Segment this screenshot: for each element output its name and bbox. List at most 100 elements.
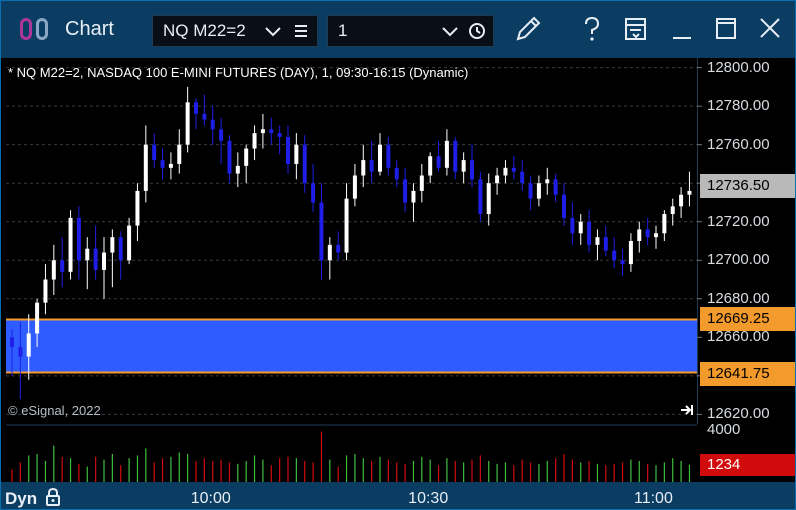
candle-body <box>378 144 382 172</box>
candle <box>545 167 550 195</box>
candle-body <box>453 140 458 172</box>
candle <box>235 152 240 188</box>
last-price-tag: 12736.50 <box>700 174 795 198</box>
close-icon[interactable] <box>753 13 787 45</box>
candle-body <box>219 129 224 141</box>
esignal-watermark: © eSignal, 2022 <box>8 403 101 418</box>
candle <box>595 229 600 261</box>
dynamic-mode-label[interactable]: Dyn <box>5 487 62 509</box>
candle <box>495 167 500 195</box>
candle-body <box>612 250 617 261</box>
time-axis-label: 10:30 <box>408 490 449 507</box>
price-axis-label: 12800.00 <box>707 58 770 76</box>
candle-body <box>202 113 207 120</box>
candle-body <box>662 214 667 234</box>
volume-pane[interactable] <box>6 424 697 482</box>
candle-body <box>336 244 341 253</box>
symbol-value[interactable]: NQ M22=2 <box>163 21 246 41</box>
candle-body <box>269 129 274 134</box>
candle-body <box>444 140 449 168</box>
chart-description: * NQ M22=2, NASDAQ 100 E-MINI FUTURES (D… <box>8 65 469 80</box>
interval-dropdown-icon[interactable] <box>438 16 462 46</box>
candle-body <box>93 248 98 270</box>
minimize-icon[interactable] <box>665 13 699 45</box>
volume-axis-label: 4000 <box>707 421 741 438</box>
candle-body <box>645 229 650 238</box>
candle <box>311 163 316 213</box>
volume-chart[interactable] <box>6 424 697 482</box>
candle <box>486 173 491 226</box>
candle-body <box>461 160 466 172</box>
candle-body <box>654 233 658 238</box>
candle <box>93 225 98 280</box>
candle <box>679 187 684 218</box>
candle-body <box>102 252 106 270</box>
pencil-icon[interactable] <box>511 13 545 45</box>
price-pane[interactable] <box>6 58 697 424</box>
candle <box>553 173 558 203</box>
candle <box>194 98 198 130</box>
candle-body <box>210 119 215 130</box>
help-icon[interactable] <box>575 13 609 45</box>
candle-body <box>260 129 265 134</box>
candle-body <box>43 279 48 303</box>
candle-body <box>344 198 349 253</box>
price-axis-label: 12780.00 <box>707 97 770 115</box>
dyn-text[interactable]: Dyn <box>5 489 37 508</box>
clock-icon[interactable] <box>465 16 489 46</box>
candle <box>210 106 215 145</box>
candle <box>244 144 249 184</box>
time-axis-bar[interactable] <box>1 482 795 509</box>
candle <box>68 210 73 280</box>
candle <box>654 225 658 249</box>
candle-body <box>294 144 299 164</box>
candle <box>612 237 617 268</box>
candle <box>202 94 207 126</box>
candle <box>570 202 575 245</box>
candle <box>378 133 382 176</box>
layout-icon[interactable] <box>619 13 653 45</box>
candle-body <box>194 102 198 114</box>
volume-last-tag: 1234 <box>700 454 795 476</box>
price-chart[interactable] <box>6 58 697 424</box>
lock-icon[interactable] <box>44 487 62 507</box>
candle-body <box>361 160 366 176</box>
interval-selector[interactable]: 1 <box>327 15 494 47</box>
list-icon[interactable] <box>289 16 313 46</box>
candle <box>344 183 349 261</box>
symbol-selector[interactable]: NQ M22=2 <box>152 15 318 47</box>
price-band <box>6 319 697 373</box>
candle-body <box>536 183 541 199</box>
candle-body <box>51 260 56 280</box>
time-axis-label: 10:00 <box>190 490 231 507</box>
candle <box>453 136 458 180</box>
chart-window-icon <box>20 18 48 40</box>
candle-body <box>302 144 307 184</box>
candle-body <box>85 248 90 261</box>
maximize-icon[interactable] <box>709 13 743 45</box>
candle-body <box>143 144 148 191</box>
interval-value[interactable]: 1 <box>338 21 347 41</box>
candle <box>336 231 341 261</box>
candle-body <box>670 206 675 215</box>
price-axis-label: 12760.00 <box>707 135 770 153</box>
candle <box>444 129 449 176</box>
candle-body <box>486 183 491 215</box>
candle <box>177 129 182 174</box>
candle-body <box>419 175 424 191</box>
candle-body <box>478 179 483 215</box>
candle-body <box>628 241 633 265</box>
candle <box>386 136 391 176</box>
candle <box>361 144 366 188</box>
candle <box>219 117 224 164</box>
go-to-end-icon[interactable] <box>680 403 694 417</box>
candle-body <box>511 167 516 172</box>
symbol-dropdown-icon[interactable] <box>261 16 285 46</box>
candle <box>319 183 324 280</box>
candle <box>269 117 274 145</box>
candle-body <box>411 190 416 203</box>
candle <box>628 233 633 272</box>
candle <box>520 160 525 191</box>
candle-body <box>436 156 441 168</box>
candle-body <box>26 333 31 357</box>
